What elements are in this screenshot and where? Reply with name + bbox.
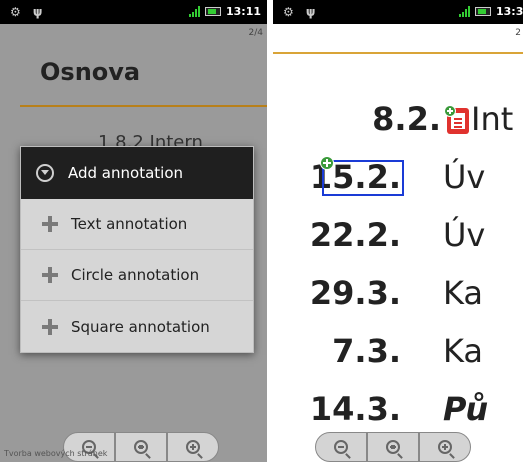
footer-text: Tvorba webových stránek — [4, 449, 108, 458]
schedule-row: 7.3. Ka — [273, 332, 523, 382]
text-annotation-option[interactable]: Text annotation — [21, 199, 253, 250]
zoom-in-icon — [186, 440, 200, 454]
zoom-fit-button[interactable] — [367, 432, 419, 462]
add-badge-icon — [320, 156, 334, 170]
row-text: Úv — [443, 158, 486, 196]
row-date: 29.3. — [309, 274, 401, 312]
plus-icon — [41, 215, 59, 233]
zoom-fit-button[interactable] — [115, 432, 167, 462]
page-indicator: 2/4 — [248, 28, 263, 38]
dialog-header: Add annotation — [21, 147, 253, 199]
square-annotation-option[interactable]: Square annotation — [21, 301, 253, 352]
plus-icon — [41, 266, 59, 284]
document-title: Osnova — [40, 58, 141, 86]
clock: 13:11 — [225, 5, 261, 18]
zoom-in-icon — [438, 440, 452, 454]
clock: 13:32 — [495, 5, 523, 18]
option-label: Square annotation — [71, 317, 210, 336]
row-date: 8.2. — [372, 100, 441, 138]
option-label: Text annotation — [71, 215, 188, 233]
row-text: Ka — [443, 274, 484, 312]
schedule-row: 22.2. Úv — [273, 216, 523, 266]
header-divider — [273, 52, 523, 54]
plus-icon — [41, 318, 59, 336]
add-annotation-dialog: Add annotation Text annotation Circle an… — [20, 146, 254, 353]
chevron-down-icon — [36, 164, 54, 182]
note-annotation-icon[interactable] — [444, 105, 469, 134]
zoom-out-button[interactable] — [315, 432, 367, 462]
dialog-title: Add annotation — [68, 164, 183, 182]
circle-annotation-option[interactable]: Circle annotation — [21, 250, 253, 301]
notification-icons: ⚙ ψ — [283, 5, 320, 19]
status-bar: ⚙ ψ 13:11 — [0, 0, 267, 24]
zoom-in-button[interactable] — [167, 432, 219, 462]
title-divider — [20, 105, 267, 107]
add-badge-icon — [444, 105, 456, 117]
row-date: 7.3. — [332, 332, 401, 370]
page-indicator: 2 — [515, 28, 521, 38]
battery-icon — [474, 7, 491, 16]
signal-icon — [188, 6, 200, 17]
row-text: Ka — [443, 332, 484, 370]
option-label: Circle annotation — [71, 266, 200, 284]
signal-icon — [458, 6, 470, 17]
row-text: Úv — [443, 216, 486, 254]
row-text: Pů — [443, 390, 489, 428]
notification-icons: ⚙ ψ — [10, 5, 47, 19]
right-screen: ⚙ ψ 13:32 2 8.2. Int 15.2. Úv 22.2. Úv 2… — [273, 0, 523, 462]
row-date: 14.3. — [309, 390, 401, 428]
schedule-row: 8.2. Int — [273, 100, 523, 150]
zoom-controls — [315, 432, 471, 462]
row-date: 22.2. — [309, 216, 401, 254]
schedule-row: 29.3. Ka — [273, 274, 523, 324]
zoom-fit-icon — [386, 440, 400, 454]
row-text: Int — [471, 100, 514, 138]
status-bar: ⚙ ψ 13:32 — [273, 0, 523, 24]
zoom-in-button[interactable] — [419, 432, 471, 462]
zoom-fit-icon — [134, 440, 148, 454]
left-screen: ⚙ ψ 13:11 2/4 Osnova 1 8.2 Intern Add an… — [0, 0, 267, 462]
battery-icon — [204, 7, 221, 16]
zoom-out-icon — [334, 440, 348, 454]
square-annotation-selection[interactable] — [322, 160, 404, 196]
